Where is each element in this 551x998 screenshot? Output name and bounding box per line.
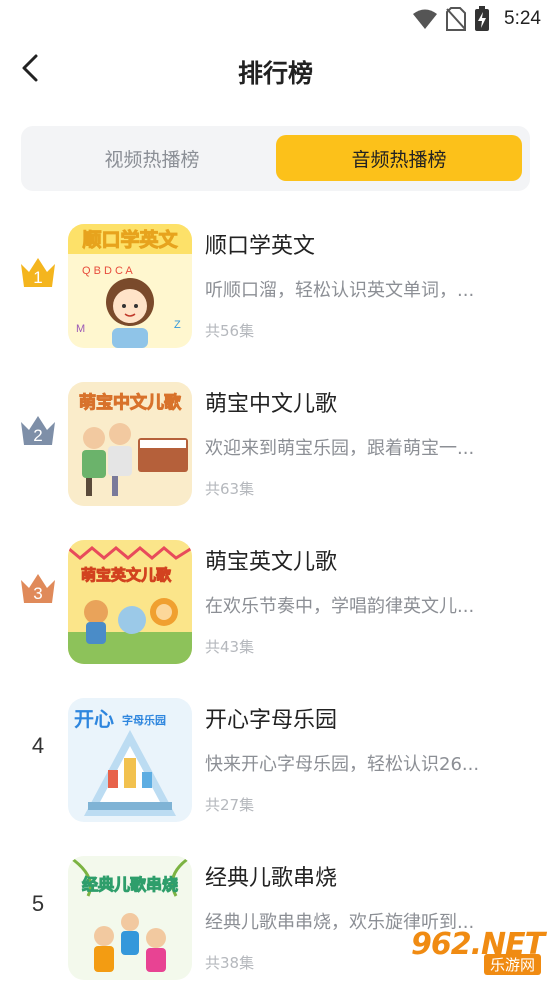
- rank-number: 4: [31, 733, 45, 758]
- page-title: 排行榜: [237, 59, 313, 88]
- item-info: 萌宝英文儿歌 在欢乐节奏中，学唱韵律英文儿... 共43集: [205, 544, 525, 657]
- cover-title: 萌宝英文儿歌: [81, 566, 172, 584]
- item-info: 开心字母乐园 快来开心字母乐园，轻松认识26... 共27集: [205, 702, 525, 815]
- list-item[interactable]: 4 开心 字母乐园 开心字母乐园 快来开心字母乐园，轻松认识26... 共27集: [0, 682, 551, 840]
- rank-badge: 5: [16, 882, 60, 926]
- crown-gold-icon: 1: [21, 258, 55, 287]
- crown-bronze-icon: 3: [21, 574, 55, 603]
- episode-count: 共56集: [205, 322, 255, 340]
- tab-video-hot[interactable]: 视频热播榜: [29, 135, 275, 181]
- item-title: 萌宝英文儿歌: [205, 550, 338, 575]
- album-cover: 萌宝英文儿歌: [68, 540, 192, 664]
- item-description: 听顺口溜，轻松认识英文单词，...: [205, 280, 475, 301]
- item-description: 在欢乐节奏中，学唱韵律英文儿...: [205, 596, 475, 617]
- episode-count: 共63集: [205, 480, 255, 498]
- clock: 5:24: [504, 8, 541, 29]
- battery-charging-icon: [474, 6, 490, 32]
- list-item[interactable]: 3 萌宝英文儿歌 萌宝英文儿歌 在欢乐节奏中，学唱韵律英文儿... 共43集: [0, 524, 551, 682]
- no-sim-icon: [446, 7, 467, 31]
- album-cover: 顺口学英文 Q B D C A M Z: [68, 224, 192, 348]
- item-title: 萌宝中文儿歌: [205, 392, 338, 417]
- rank-number: 3: [33, 584, 42, 603]
- list-item[interactable]: 2 萌宝中文儿歌 萌宝中文儿歌 欢迎来到萌宝乐园，跟着萌宝一... 共63集: [0, 366, 551, 524]
- item-title: 经典儿歌串烧: [205, 866, 338, 891]
- cover-title: 顺口学英文: [82, 228, 178, 251]
- tab-bar: 视频热播榜 音频热播榜: [21, 126, 530, 191]
- item-description: 欢迎来到萌宝乐园，跟着萌宝一...: [205, 438, 475, 459]
- rank-number: 2: [33, 426, 42, 445]
- header: 排行榜: [0, 38, 551, 102]
- svg-text:Z: Z: [174, 319, 181, 331]
- watermark-subtext: 乐游网: [483, 954, 541, 975]
- crown-silver-icon: 2: [21, 416, 55, 445]
- list-item[interactable]: 1 顺口学英文 Q B D C A M Z 顺口学英文 听顺口溜，轻松认识英文单…: [0, 208, 551, 366]
- rank-number: 1: [33, 268, 42, 287]
- tab-audio-hot[interactable]: 音频热播榜: [276, 135, 522, 181]
- episode-count: 共27集: [205, 796, 255, 814]
- cover-title: 萌宝中文儿歌: [79, 392, 182, 413]
- episode-count: 共43集: [205, 638, 255, 656]
- item-title: 顺口学英文: [205, 234, 316, 259]
- status-bar: 5:24: [0, 0, 551, 38]
- album-cover: 经典儿歌串烧: [68, 856, 192, 980]
- item-info: 萌宝中文儿歌 欢迎来到萌宝乐园，跟着萌宝一... 共63集: [205, 386, 525, 499]
- watermark-logo: 962.NET 乐游网: [403, 927, 545, 977]
- item-info: 顺口学英文 听顺口溜，轻松认识英文单词，... 共56集: [205, 228, 525, 341]
- rank-badge: 4: [16, 724, 60, 768]
- album-cover: 开心 字母乐园: [68, 698, 192, 822]
- album-cover: 萌宝中文儿歌: [68, 382, 192, 506]
- rank-badge: 1: [16, 250, 60, 294]
- cover-title: 经典儿歌串烧: [82, 875, 178, 894]
- rank-number: 5: [31, 891, 45, 916]
- svg-text:Q B D C A: Q B D C A: [82, 265, 133, 277]
- cover-subtitle: 字母乐园: [122, 713, 166, 727]
- item-title: 开心字母乐园: [205, 708, 338, 733]
- rank-badge: 3: [16, 566, 60, 610]
- wifi-icon: [412, 8, 438, 30]
- svg-text:M: M: [76, 323, 85, 335]
- rank-badge: 2: [16, 408, 60, 452]
- item-description: 快来开心字母乐园，轻松认识26...: [205, 754, 480, 775]
- cover-title: 开心: [74, 707, 114, 731]
